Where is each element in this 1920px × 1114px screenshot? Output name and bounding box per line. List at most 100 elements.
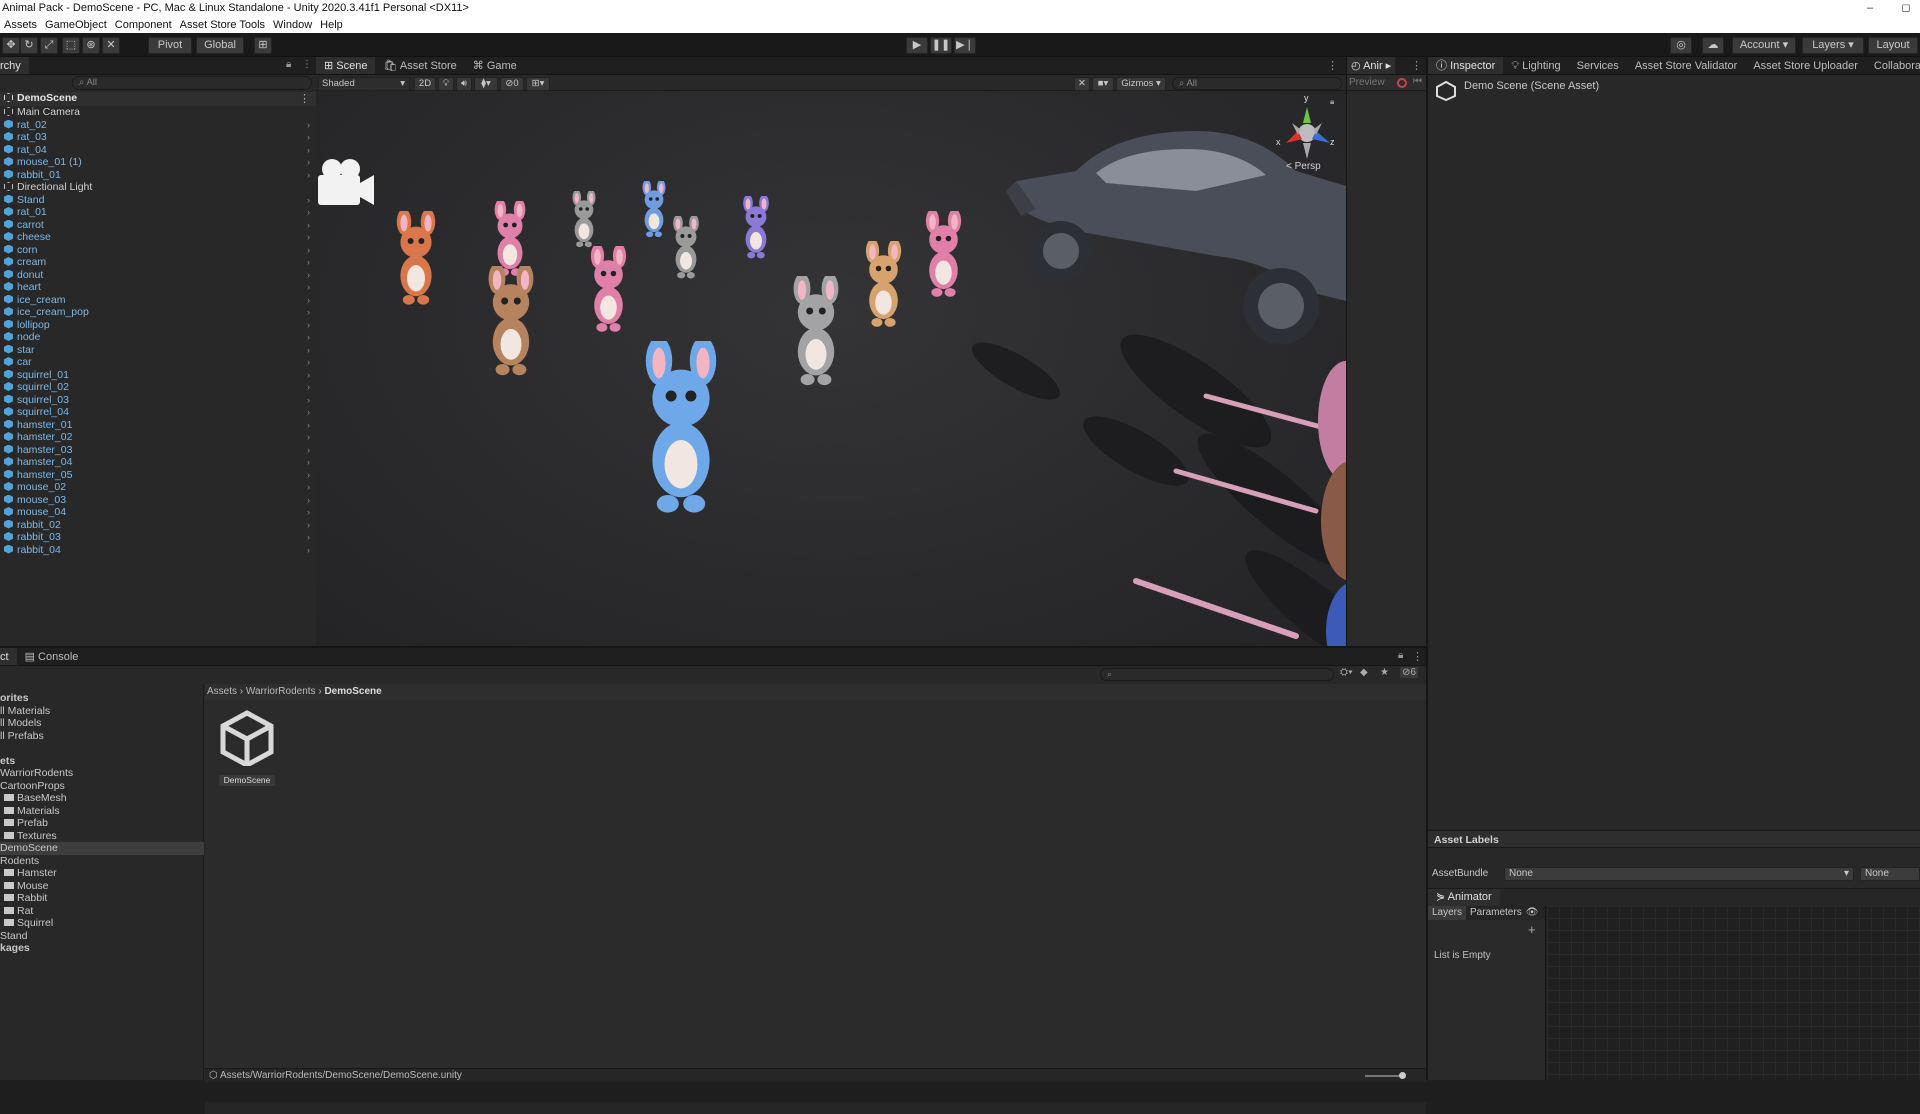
hierarchy-item[interactable]: rat_03 › [0,131,314,144]
breadcrumb-assets[interactable]: Assets [207,686,237,697]
hierarchy-item[interactable]: rabbit_01 › [0,169,314,182]
first-frame-icon[interactable]: ⏮ [1413,76,1422,87]
tab-game[interactable]: ⌘ Game [465,57,525,74]
prefab-open-icon[interactable]: › [307,406,310,419]
prefab-open-icon[interactable]: › [307,119,310,132]
account-dropdown[interactable]: Account ▾ [1732,37,1796,54]
scene-viewport[interactable]: y x z 🔒︎ < Persp [316,91,1346,646]
tab-asset-store-validator[interactable]: Asset Store Validator [1627,57,1746,74]
prefab-open-icon[interactable]: › [307,519,310,532]
animation-menu-icon[interactable]: ⋮ [1411,59,1422,72]
hierarchy-item[interactable]: Stand › [0,194,314,207]
prefab-open-icon[interactable]: › [307,456,310,469]
pause-button[interactable]: ❚❚ [930,37,952,54]
menu-component[interactable]: Component [111,17,176,33]
filter-label-icon[interactable]: ◆ [1360,667,1368,678]
scene-menu-icon[interactable]: ⋮ [299,92,310,105]
tab-services[interactable]: Services [1569,57,1627,74]
hierarchy-item[interactable]: squirrel_04 › [0,406,314,419]
animator-layers-tab[interactable]: Layers [1428,906,1467,920]
scene-search-input[interactable]: ⌕ All [1172,77,1342,90]
layout-dropdown[interactable]: Layout [1868,37,1918,54]
project-tree-item[interactable]: kages [0,942,204,955]
hierarchy-item[interactable]: carrot › [0,219,314,232]
prefab-open-icon[interactable]: › [307,381,310,394]
record-icon[interactable] [1397,78,1407,88]
panel-menu-icon[interactable]: ⋮ [302,59,312,70]
tab-inspector[interactable]: ⓘ Inspector [1428,57,1504,74]
favorite-icon[interactable]: ★ [1380,667,1389,678]
step-button[interactable]: ▶❘ [954,37,976,54]
project-tree-item[interactable]: WarriorRodents [0,767,204,780]
prefab-open-icon[interactable]: › [307,156,310,169]
prefab-open-icon[interactable]: › [307,344,310,357]
project-tree-item[interactable]: Materials [0,805,204,818]
scale-tool-icon[interactable]: ⤢ [40,37,58,54]
hierarchy-item[interactable]: rat_02 › [0,119,314,132]
prefab-open-icon[interactable]: › [307,144,310,157]
tools-icon[interactable]: ✕ [1074,77,1090,91]
prefab-open-icon[interactable]: › [307,481,310,494]
collab-icon[interactable]: ◎ [1670,37,1692,54]
hierarchy-item[interactable]: ice_cream_pop › [0,306,314,319]
menu-gameobject[interactable]: GameObject [41,17,111,33]
lock-icon[interactable]: 🔒︎ [286,59,291,70]
hierarchy-item[interactable]: heart › [0,281,314,294]
hierarchy-item[interactable]: node › [0,331,314,344]
fx-toggle-icon[interactable]: ⧫▾ [474,77,498,91]
hierarchy-item[interactable]: rat_01 › [0,206,314,219]
cloud-icon[interactable]: ☁ [1702,37,1724,54]
project-tree-item[interactable]: Textures [0,830,204,843]
hierarchy-item[interactable]: hamster_03 › [0,444,314,457]
prefab-open-icon[interactable]: › [307,331,310,344]
project-lock-icon[interactable]: 🔒︎ [1398,650,1403,661]
transform-tool-icon[interactable]: ⊛ [82,37,100,54]
preview-button[interactable]: Preview [1349,77,1385,88]
tab-scene[interactable]: ⊞ Scene [316,57,376,74]
add-parameter-button[interactable]: + [1528,922,1536,937]
project-search-input[interactable]: ⌕ [1100,668,1334,681]
hierarchy-item[interactable]: ice_cream › [0,294,314,307]
audio-toggle-icon[interactable]: 🔊︎ [456,77,472,91]
project-tree-item[interactable]: Prefab [0,817,204,830]
scene-root-row[interactable]: DemoScene ⋮ [0,92,316,106]
hierarchy-item[interactable]: hamster_01 › [0,419,314,432]
project-tree-item[interactable]: Mouse [0,880,204,893]
hierarchy-item[interactable]: mouse_02 › [0,481,314,494]
hierarchy-item[interactable]: squirrel_01 › [0,369,314,382]
breadcrumb-demoscene[interactable]: DemoScene [324,686,381,697]
filter-type-icon[interactable]: ⛭▾ [1340,667,1353,678]
project-tree-item[interactable]: ll Materials [0,705,204,718]
assetbundle-dropdown[interactable]: None ▾ [1504,867,1854,881]
prefab-open-icon[interactable]: › [307,319,310,332]
eye-icon[interactable]: 👁︎ [1526,907,1539,918]
prefab-open-icon[interactable]: › [307,444,310,457]
mode-2d-button[interactable]: 2D [414,77,436,91]
hierarchy-item[interactable]: squirrel_02 › [0,381,314,394]
project-tree-item[interactable]: CartoonProps [0,780,204,793]
persp-label[interactable]: < Persp [1286,161,1321,172]
shading-dropdown[interactable]: Shaded ▾ [318,77,410,91]
prefab-open-icon[interactable]: › [307,231,310,244]
project-tree-item[interactable]: Rodents [0,855,204,868]
hierarchy-item[interactable]: squirrel_03 › [0,394,314,407]
minimize-button[interactable]: – [1856,0,1884,17]
prefab-open-icon[interactable]: › [307,544,310,557]
prefab-open-icon[interactable]: › [307,419,310,432]
hierarchy-item[interactable]: rat_04 › [0,144,314,157]
hierarchy-item[interactable]: Main Camera [0,106,314,119]
tab-asset-store[interactable]: 🛍︎ Asset Store [375,57,464,74]
menu-asset-store-tools[interactable]: Asset Store Tools [176,17,269,33]
prefab-open-icon[interactable]: › [307,131,310,144]
tab-animator[interactable]: ⋟ Animator [1428,889,1500,906]
prefab-open-icon[interactable]: › [307,369,310,382]
custom-tool-icon[interactable]: ✕ [102,37,120,54]
assetbundle-variant-dropdown[interactable]: None [1860,867,1920,881]
move-tool-icon[interactable]: ✥ [2,37,20,54]
project-tree-item[interactable]: ll Models [0,717,204,730]
maximize-button[interactable]: ◻ [1892,0,1920,17]
prefab-open-icon[interactable]: › [307,531,310,544]
hierarchy-search-input[interactable]: ⌕ All [72,76,312,90]
hierarchy-item[interactable]: rabbit_02 › [0,519,314,532]
zoom-slider-handle[interactable] [1399,1072,1406,1079]
